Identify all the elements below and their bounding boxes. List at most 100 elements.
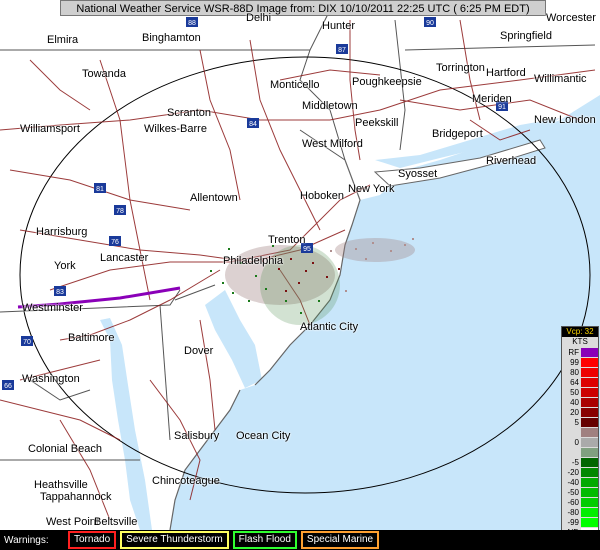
city-label: Westminster bbox=[22, 302, 83, 314]
legend-row: -5 bbox=[562, 457, 598, 467]
city-label: Harrisburg bbox=[36, 226, 88, 238]
legend-swatch bbox=[581, 407, 598, 417]
warning-tornado: Tornado bbox=[68, 531, 117, 549]
velocity-legend: Vcp: 32 KTS RF 99 80 64 50 40 20 5 0 -5 -20 -40 -50-… bbox=[561, 326, 599, 530]
warning-flash-flood: Flash Flood bbox=[232, 531, 297, 549]
legend-row: 50 bbox=[562, 387, 598, 397]
city-label: Binghamton bbox=[142, 32, 201, 44]
city-label: Tappahannock bbox=[40, 491, 112, 503]
legend-row: 80 bbox=[562, 367, 598, 377]
legend-value: -60 bbox=[567, 497, 579, 507]
legend-value: 50 bbox=[570, 387, 579, 397]
legend-swatch bbox=[581, 427, 598, 437]
legend-swatch bbox=[581, 387, 598, 397]
legend-unit: KTS bbox=[572, 337, 588, 346]
city-label: Wilkes-Barre bbox=[144, 123, 207, 135]
legend-swatch bbox=[581, 477, 598, 487]
radar-map: 88 90 87 84 81 78 76 83 70 95 66 91 Nati… bbox=[0, 0, 600, 530]
warnings-label: Warnings: bbox=[4, 534, 49, 546]
legend-value: 5 bbox=[574, 417, 579, 427]
legend-value: -40 bbox=[567, 477, 579, 487]
city-label: Lancaster bbox=[100, 252, 149, 264]
legend-swatch bbox=[581, 437, 598, 447]
legend-value: -80 bbox=[567, 507, 579, 517]
legend-value: 64 bbox=[570, 377, 579, 387]
legend-value: RF bbox=[568, 347, 579, 357]
city-label: Williamsport bbox=[20, 123, 80, 135]
city-label: Dover bbox=[184, 345, 214, 357]
legend-swatch bbox=[581, 397, 598, 407]
city-label: Salisbury bbox=[174, 430, 220, 442]
legend-swatch bbox=[581, 357, 598, 367]
city-label: Heathsville bbox=[34, 479, 88, 491]
legend-row: 0 bbox=[562, 437, 598, 447]
svg-text:76: 76 bbox=[111, 239, 119, 246]
svg-text:87: 87 bbox=[338, 47, 346, 54]
city-label: Monticello bbox=[270, 79, 320, 91]
svg-text:90: 90 bbox=[426, 20, 434, 27]
city-label: Allentown bbox=[190, 192, 238, 204]
legend-swatch bbox=[581, 507, 598, 517]
city-label: West Point bbox=[46, 516, 99, 528]
legend-value: 40 bbox=[570, 397, 579, 407]
city-label: Hoboken bbox=[300, 190, 345, 202]
svg-text:78: 78 bbox=[116, 208, 124, 215]
svg-text:83: 83 bbox=[56, 289, 64, 296]
legend-vcp: Vcp: 32 bbox=[562, 327, 598, 337]
city-label: Colonial Beach bbox=[28, 443, 102, 455]
city-label: Hartford bbox=[486, 67, 526, 79]
city-label: York bbox=[54, 260, 76, 272]
warnings-bar: Warnings: Tornado Severe Thunderstorm Fl… bbox=[0, 530, 600, 550]
city-label: Delhi bbox=[246, 12, 272, 24]
legend-row: 64 bbox=[562, 377, 598, 387]
city-label: New York bbox=[348, 183, 395, 195]
legend-row bbox=[562, 427, 598, 437]
svg-text:66: 66 bbox=[4, 383, 12, 390]
legend-row bbox=[562, 447, 598, 457]
legend-value: -99 bbox=[567, 517, 579, 527]
legend-value: 99 bbox=[570, 357, 579, 367]
city-label: Worcester bbox=[546, 12, 596, 24]
legend-row: 40 bbox=[562, 397, 598, 407]
svg-text:84: 84 bbox=[249, 121, 257, 128]
legend-row: -99 bbox=[562, 517, 598, 527]
city-label: Trenton bbox=[268, 234, 306, 246]
city-label: Ocean City bbox=[236, 430, 291, 442]
city-label: Poughkeepsie bbox=[352, 76, 422, 88]
city-label: Philadelphia bbox=[223, 255, 283, 267]
city-label: Elmira bbox=[47, 34, 79, 46]
legend-row: -20 bbox=[562, 467, 598, 477]
city-label: New London bbox=[534, 114, 596, 126]
svg-text:95: 95 bbox=[303, 246, 311, 253]
city-label: Chincoteague bbox=[152, 475, 220, 487]
legend-value: -50 bbox=[567, 487, 579, 497]
legend-row: -60 bbox=[562, 497, 598, 507]
legend-swatch bbox=[581, 467, 598, 477]
svg-text:88: 88 bbox=[188, 20, 196, 27]
legend-value: -5 bbox=[571, 457, 579, 467]
city-label: Towanda bbox=[82, 68, 127, 80]
warning-special-marine: Special Marine bbox=[300, 531, 380, 549]
city-label: Baltimore bbox=[68, 332, 115, 344]
city-label: Atlantic City bbox=[300, 321, 359, 333]
legend-swatch bbox=[581, 417, 598, 427]
city-label: Scranton bbox=[167, 107, 212, 119]
city-label: Washington bbox=[22, 373, 80, 385]
city-label: Beltsville bbox=[94, 516, 138, 528]
city-label: Syosset bbox=[398, 168, 438, 180]
city-label: Riverhead bbox=[486, 155, 537, 167]
legend-swatch bbox=[581, 377, 598, 387]
city-label: Springfield bbox=[500, 30, 552, 42]
legend-row: 99 bbox=[562, 357, 598, 367]
city-label: Bridgeport bbox=[432, 128, 483, 140]
legend-swatch bbox=[581, 457, 598, 467]
warning-severe-thunderstorm: Severe Thunderstorm bbox=[120, 531, 229, 549]
legend-swatch bbox=[581, 367, 598, 377]
city-label: Peekskill bbox=[355, 117, 399, 129]
city-label: Middletown bbox=[302, 100, 358, 112]
city-label: Hunter bbox=[322, 20, 356, 32]
legend-swatch bbox=[581, 517, 598, 527]
legend-swatch bbox=[581, 347, 598, 357]
legend-row: -40 bbox=[562, 477, 598, 487]
legend-row: 20 bbox=[562, 407, 598, 417]
